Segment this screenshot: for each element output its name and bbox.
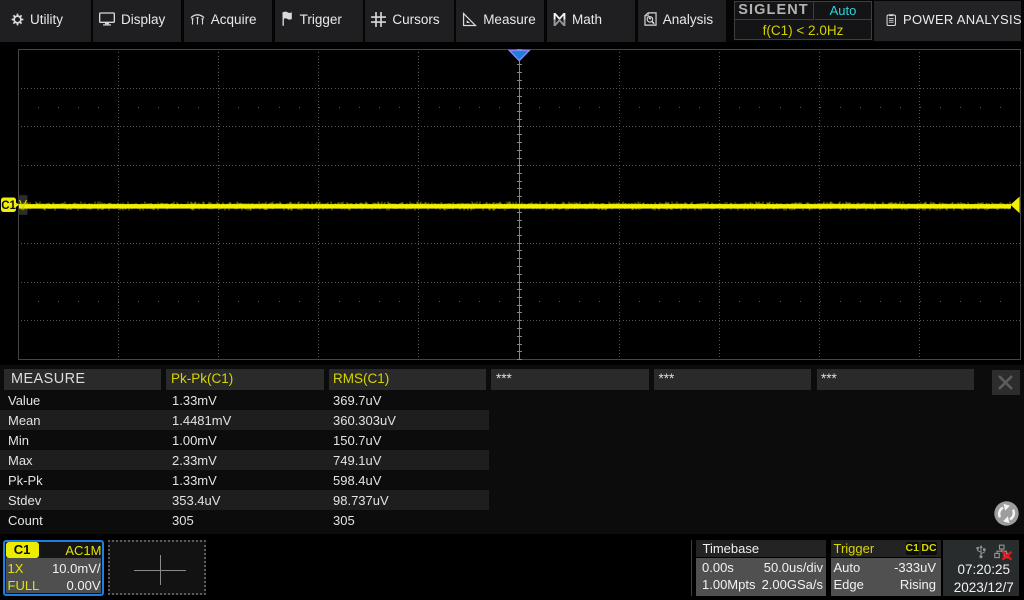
svg-text:C1: C1 [1, 200, 16, 212]
svg-text:V: V [19, 198, 27, 212]
